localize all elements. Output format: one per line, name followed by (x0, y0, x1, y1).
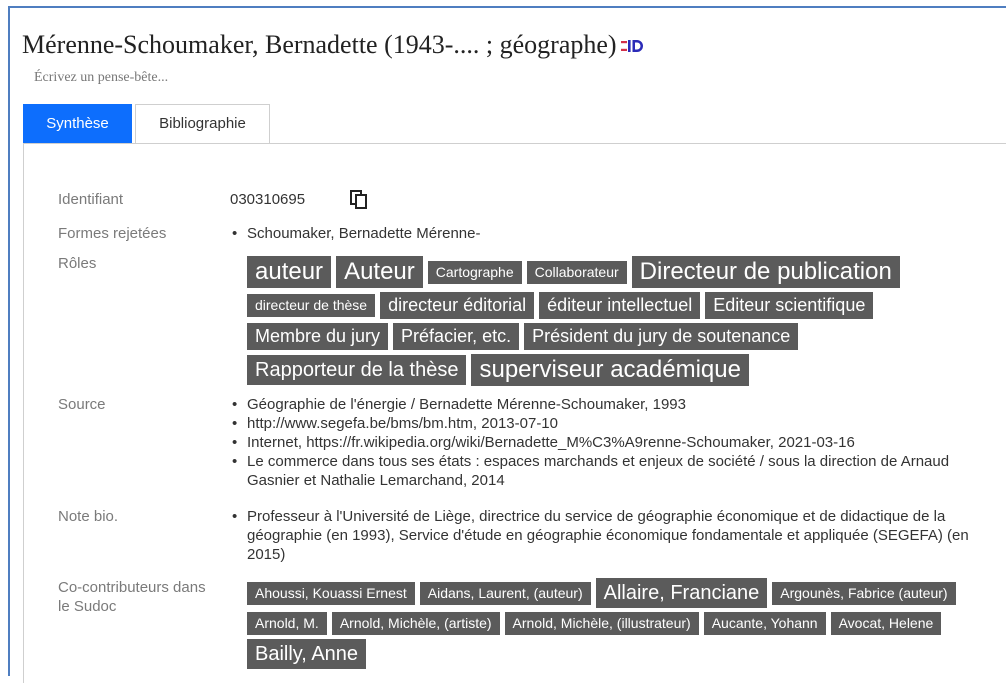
note-bio-list: Professeur à l'Université de Liège, dire… (230, 507, 990, 564)
role-tag[interactable]: Auteur (336, 256, 423, 288)
role-tag[interactable]: Directeur de publication (631, 256, 900, 288)
co-contributeur-tag[interactable]: Argounès, Fabrice (auteur) (772, 581, 956, 605)
role-tag[interactable]: Membre du jury (247, 323, 389, 350)
roles-tag-cloud: auteur Auteur Cartographe Collaborateur Dire… (247, 256, 987, 390)
list-item: http://www.segefa.be/bms/bm.htm, 2013-07… (230, 414, 990, 433)
co-contributeurs-tag-cloud: Ahoussi, Kouassi Ernest Aidans, Laurent, … (247, 578, 987, 673)
co-contributeur-tag[interactable]: Ahoussi, Kouassi Ernest (247, 581, 415, 605)
id-badge-icon[interactable] (620, 30, 645, 60)
identifiant-label: Identifiant (58, 191, 124, 208)
co-contributeur-tag[interactable]: Aucante, Yohann (703, 612, 826, 635)
co-contributeur-tag[interactable]: Allaire, Franciane (595, 578, 768, 608)
co-contributeur-tag[interactable]: Avocat, Helene (830, 612, 942, 635)
copy-icon[interactable] (350, 190, 368, 215)
note-bio-label: Note bio. (58, 508, 119, 525)
formes-rejetees-label: Formes rejetées (58, 225, 167, 242)
role-tag[interactable]: éditeur intellectuel (539, 292, 701, 319)
role-tag[interactable]: Président du jury de soutenance (524, 323, 799, 350)
list-item: Internet, https://fr.wikipedia.org/wiki/… (230, 433, 990, 452)
role-tag[interactable]: directeur de thèse (247, 294, 376, 317)
role-tag[interactable]: directeur éditorial (380, 292, 535, 319)
source-label: Source (58, 396, 106, 413)
co-contributeur-tag[interactable]: Arnold, M. (247, 612, 327, 635)
role-tag[interactable]: Editeur scientifique (705, 292, 874, 319)
role-tag[interactable]: Préfacier, etc. (393, 323, 520, 350)
roles-label: Rôles (58, 255, 97, 272)
co-contributeur-tag[interactable]: Arnold, Michèle, (illustrateur) (504, 612, 699, 635)
list-item: Professeur à l'Université de Liège, dire… (230, 507, 990, 564)
co-contributeur-tag[interactable]: Bailly, Anne (247, 639, 367, 669)
role-tag[interactable]: Rapporteur de la thèse (247, 355, 467, 385)
role-tag[interactable]: superviseur académique (471, 354, 749, 386)
source-list: Géographie de l'énergie / Bernadette Mér… (230, 395, 990, 490)
co-contributeur-tag[interactable]: Aidans, Laurent, (auteur) (419, 581, 591, 605)
role-tag[interactable]: Collaborateur (526, 260, 627, 284)
list-item: Schoumaker, Bernadette Mérenne- (230, 224, 990, 243)
page-title: Mérenne-Schoumaker, Bernadette (1943-...… (22, 30, 645, 62)
identifiant-value: 030310695 (230, 191, 306, 208)
page-title-text: Mérenne-Schoumaker, Bernadette (1943-...… (22, 30, 617, 59)
tab-synthese[interactable]: Synthèse (23, 104, 132, 144)
list-item: Géographie de l'énergie / Bernadette Mér… (230, 395, 990, 414)
role-tag[interactable]: Cartographe (427, 260, 522, 284)
co-contributeur-tag[interactable]: Arnold, Michèle, (artiste) (331, 612, 500, 635)
memo-field[interactable]: Écrivez un pense-bête... (34, 70, 168, 86)
list-item: Le commerce dans tous ses états : espace… (230, 452, 990, 490)
tab-bibliographie[interactable]: Bibliographie (135, 104, 270, 144)
co-contributeurs-label: Co-contributeurs dans le Sudoc (58, 579, 206, 615)
formes-rejetees-value: Schoumaker, Bernadette Mérenne- (230, 224, 990, 243)
role-tag[interactable]: auteur (247, 256, 332, 288)
